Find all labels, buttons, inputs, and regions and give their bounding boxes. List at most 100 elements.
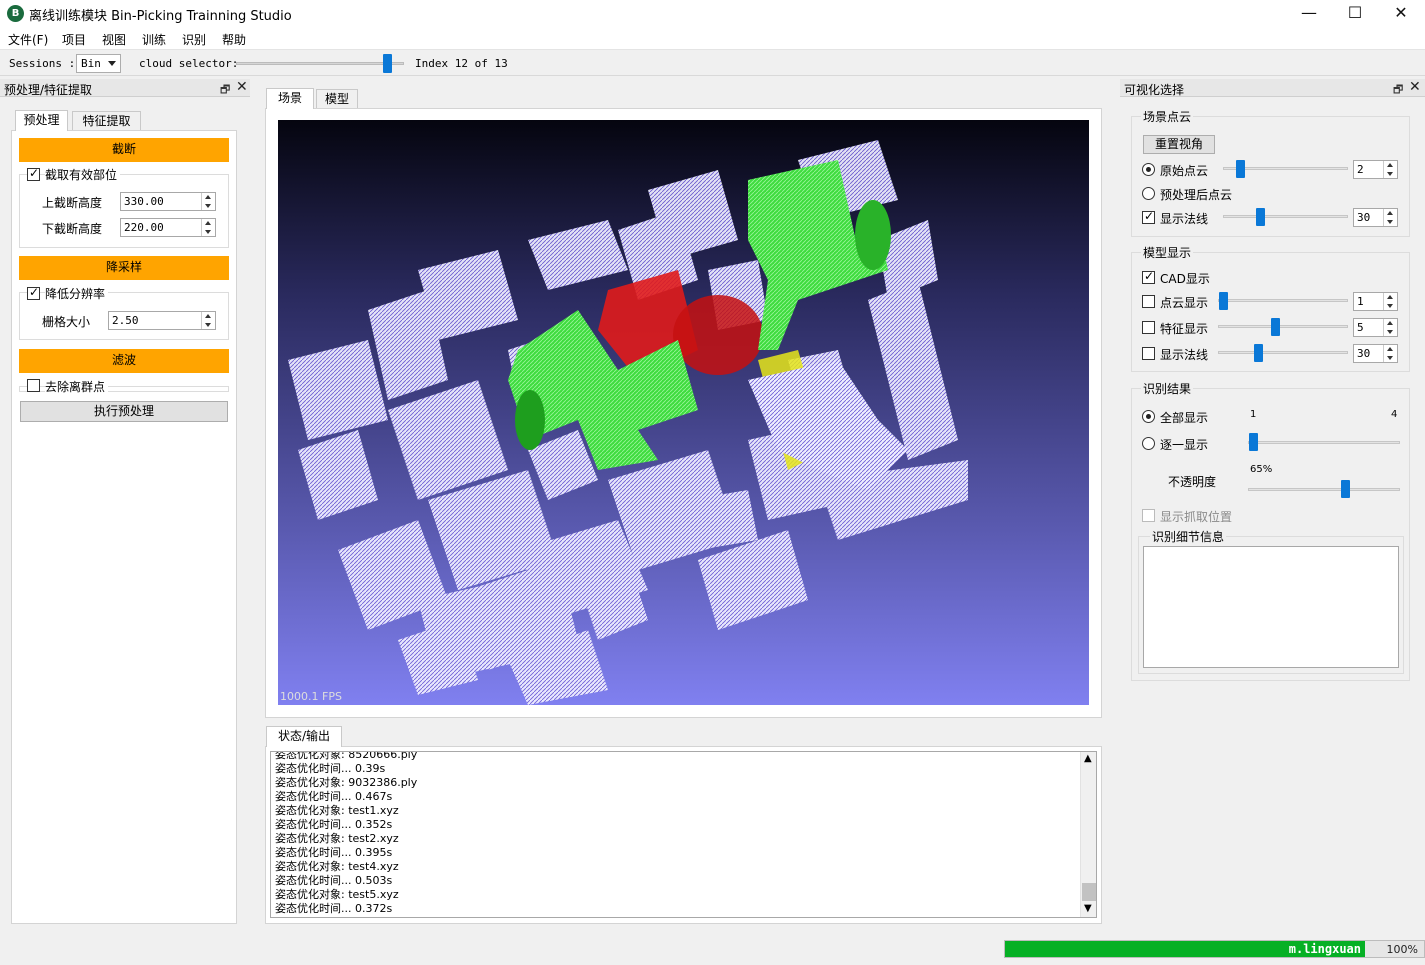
model-feature-input[interactable]: 5 [1353, 318, 1398, 337]
menu-project[interactable]: 项目 [62, 31, 86, 48]
opacity-slider-handle[interactable] [1341, 480, 1350, 498]
close-dock-icon[interactable]: ✕ [1409, 79, 1421, 95]
model-points-input[interactable]: 1 [1353, 292, 1398, 311]
result-index-slider[interactable] [1248, 441, 1400, 444]
minimize-icon[interactable]: — [1286, 0, 1332, 28]
log-line: 姿态优化时间... 0.503s [275, 874, 393, 887]
model-points-label: 点云显示 [1160, 296, 1209, 310]
model-normals-slider-handle[interactable] [1254, 344, 1263, 362]
tab-model[interactable]: 模型 [316, 89, 358, 109]
model-points-slider[interactable] [1218, 299, 1348, 302]
lower-cut-input[interactable]: 220.00 [120, 218, 216, 237]
menu-help[interactable]: 帮助 [222, 31, 246, 48]
processed-cloud-radio[interactable] [1142, 187, 1155, 200]
spin-arrows-icon[interactable] [1383, 161, 1397, 178]
grab-pose-checkbox[interactable] [1142, 509, 1155, 522]
scene-normals-checkbox[interactable] [1142, 209, 1155, 224]
left-dock-header: 预处理/特征提取 🗗 ✕ [0, 79, 250, 97]
raw-cloud-slider-handle[interactable] [1236, 160, 1245, 178]
spin-arrows-icon[interactable] [1383, 345, 1397, 362]
menu-bar: 文件(F) 项目 视图 训练 识别 帮助 [0, 28, 1425, 50]
grid-size-label: 栅格大小 [42, 315, 91, 329]
scroll-down-icon[interactable]: ▼ [1084, 903, 1092, 914]
model-normals-input[interactable]: 30 [1353, 344, 1398, 363]
cad-display-checkbox[interactable] [1142, 269, 1155, 284]
opacity-slider[interactable] [1248, 488, 1400, 491]
tab-scene[interactable]: 场景 [266, 88, 314, 109]
model-feature-value: 5 [1357, 321, 1364, 334]
spin-arrows-icon[interactable] [201, 219, 215, 236]
model-display-group-title: 模型显示 [1141, 244, 1194, 261]
close-dock-icon[interactable]: ✕ [236, 79, 248, 95]
upper-cut-input[interactable]: 330.00 [120, 192, 216, 211]
chevron-down-icon [108, 61, 116, 66]
one-by-one-radio[interactable] [1142, 437, 1155, 450]
grid-size-input[interactable]: 2.50 [108, 311, 216, 330]
log-line: 姿态优化时间... 0.352s [275, 818, 393, 831]
spin-arrows-icon[interactable] [1383, 319, 1397, 336]
outlier-checkbox-label: 去除离群点 [45, 378, 109, 395]
float-dock-icon[interactable]: 🗗 [220, 81, 230, 100]
tab-preprocess[interactable]: 预处理 [15, 110, 68, 131]
tab-status-output[interactable]: 状态/输出 [266, 726, 342, 747]
model-points-slider-handle[interactable] [1219, 292, 1228, 310]
cloud-selector-handle[interactable] [383, 54, 392, 73]
menu-view[interactable]: 视图 [102, 31, 126, 48]
show-all-radio[interactable] [1142, 410, 1155, 423]
menu-train[interactable]: 训练 [142, 31, 166, 48]
menu-file[interactable]: 文件(F) [8, 31, 48, 48]
spin-arrows-icon[interactable] [1383, 293, 1397, 310]
range-max-text: 4 [1391, 409, 1398, 420]
close-icon[interactable]: ✕ [1378, 0, 1424, 28]
detail-info-textbox[interactable] [1143, 546, 1399, 668]
model-points-checkbox[interactable] [1142, 295, 1155, 308]
run-preprocess-button[interactable]: 执行预处理 [20, 401, 228, 422]
model-feature-slider[interactable] [1218, 325, 1348, 328]
spin-arrows-icon[interactable] [1383, 209, 1397, 226]
right-dock-title: 可视化选择 [1124, 83, 1185, 97]
scene-normals-input[interactable]: 30 [1353, 208, 1398, 227]
spin-arrows-icon[interactable] [201, 193, 215, 210]
menu-recognize[interactable]: 识别 [182, 31, 206, 48]
model-feature-checkbox[interactable] [1142, 321, 1155, 334]
log-line: 姿态优化对象: test1.xyz [275, 804, 399, 817]
output-log[interactable]: 姿态优化对象: 8520666.ply 姿态优化时间... 0.39s 姿态优化对象… [270, 751, 1097, 918]
scroll-thumb[interactable] [1082, 883, 1096, 901]
truncate-checkbox[interactable] [27, 166, 40, 181]
log-line: 姿态优化时间... 0.39s [275, 762, 386, 775]
log-scrollbar[interactable]: ▲ ▼ [1080, 752, 1096, 917]
tab-feature-extract[interactable]: 特征提取 [72, 111, 141, 131]
maximize-icon[interactable]: ☐ [1332, 0, 1378, 28]
lower-cut-value: 220.00 [124, 221, 164, 234]
grid-size-value: 2.50 [112, 314, 139, 327]
raw-cloud-size-input[interactable]: 2 [1353, 160, 1398, 179]
point-cloud-viewport[interactable]: 1000.1 FPS [278, 120, 1089, 705]
model-feature-slider-handle[interactable] [1271, 318, 1280, 336]
model-normals-slider[interactable] [1218, 351, 1348, 354]
app-logo-icon: B [7, 5, 24, 22]
raw-cloud-radio[interactable] [1142, 163, 1155, 176]
fps-counter: 1000.1 FPS [280, 690, 342, 703]
upper-cut-label: 上截断高度 [42, 196, 103, 210]
reset-view-button[interactable]: 重置视角 [1143, 135, 1215, 154]
raw-cloud-size-value: 2 [1357, 163, 1364, 176]
log-line: 姿态优化时间... 0.467s [275, 790, 393, 803]
model-normals-checkbox[interactable] [1142, 347, 1155, 360]
scroll-up-icon[interactable]: ▲ [1084, 753, 1092, 764]
float-dock-icon[interactable]: 🗗 [1393, 81, 1403, 100]
raw-cloud-label: 原始点云 [1160, 164, 1209, 178]
cloud-selector-slider[interactable] [236, 62, 404, 65]
show-all-label: 全部显示 [1160, 411, 1209, 425]
window-title: 离线训练模块 Bin-Picking Trainning Studio [29, 9, 292, 24]
sessions-select[interactable]: Bin [76, 54, 121, 73]
scene-normals-slider-handle[interactable] [1256, 208, 1265, 226]
outlier-checkbox[interactable] [27, 379, 40, 392]
downsample-checkbox[interactable] [27, 285, 40, 300]
log-line: 姿态优化时间... 0.395s [275, 846, 393, 859]
upper-cut-value: 330.00 [124, 195, 164, 208]
result-index-slider-handle[interactable] [1249, 433, 1258, 451]
progress-fill: m.lingxuan [1005, 941, 1365, 957]
cloud-selector-label: cloud selector: [139, 57, 239, 70]
scene-normals-slider[interactable] [1223, 215, 1348, 218]
spin-arrows-icon[interactable] [201, 312, 215, 329]
